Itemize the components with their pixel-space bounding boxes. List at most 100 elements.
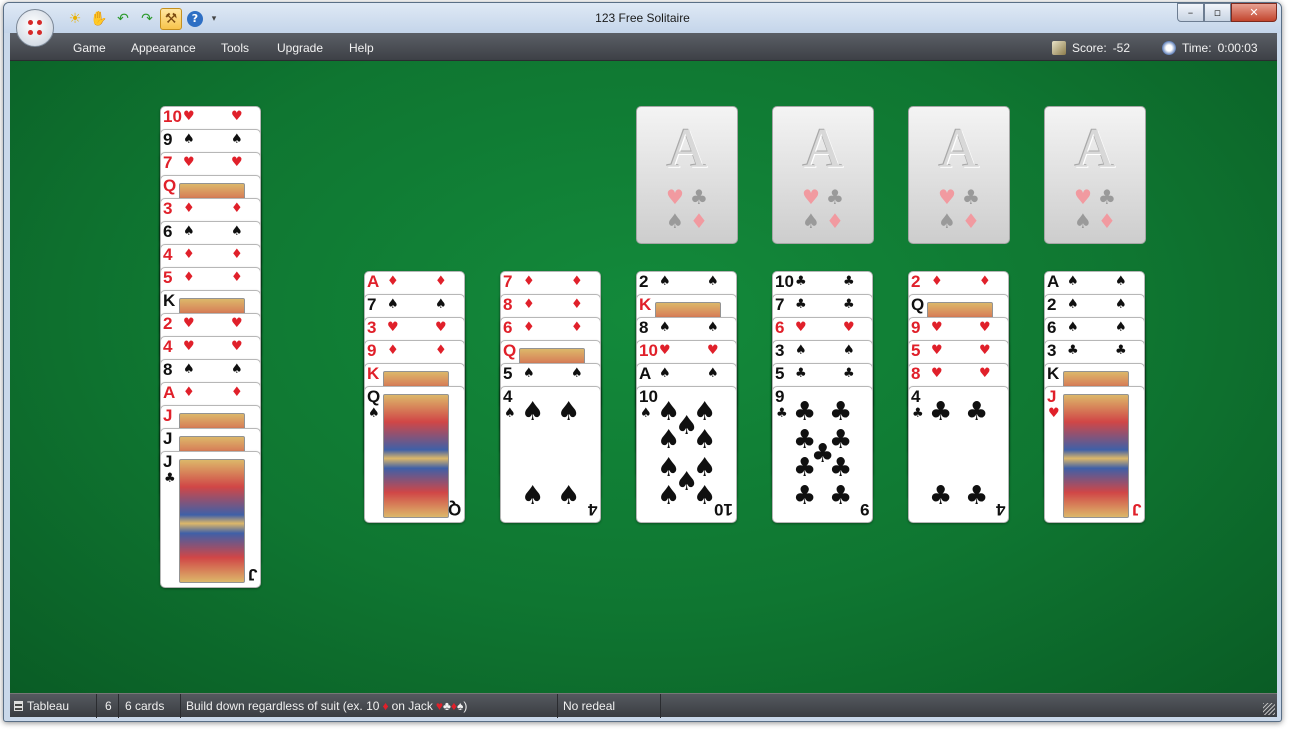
card-rank: 5 xyxy=(775,364,785,383)
playing-card[interactable]: J ♣ J xyxy=(160,451,261,588)
playing-card[interactable]: 4 ♠ ♠ ♠ ♠ ♠ 4 xyxy=(500,386,601,523)
playing-card[interactable]: Q ♠ Q xyxy=(364,386,465,523)
club-suit-icon: ♣ xyxy=(690,185,708,209)
playing-card[interactable]: 4 ♣ ♣ ♣ ♣ ♣ 4 xyxy=(908,386,1009,523)
card-rank: 3 xyxy=(163,199,173,218)
card-rank: K xyxy=(1047,364,1060,383)
club-suit-icon: ♣ xyxy=(793,453,817,483)
heart-suit-icon: ♥ xyxy=(707,343,719,358)
playing-card[interactable]: J ♥ J xyxy=(1044,386,1145,523)
spade-suit-icon: ♠ xyxy=(707,320,719,335)
spade-suit-icon: ♠ xyxy=(693,425,717,455)
foundation-pile[interactable]: A ♥ ♣ ♠ ♦ xyxy=(908,106,1010,244)
card-rank: 3 xyxy=(1047,341,1057,360)
status-count-value: 6 xyxy=(105,699,112,713)
spade-suit-icon: ♠ xyxy=(231,132,243,147)
club-suit-icon: ♣ xyxy=(795,274,807,289)
status-rule: Build down regardless of suit (ex. 10 ♦ … xyxy=(182,694,558,718)
menu-upgrade[interactable]: Upgrade xyxy=(277,41,323,55)
club-suit-icon: ♣ xyxy=(829,453,853,483)
club-suit-icon: ♣ xyxy=(912,406,924,421)
heart-suit-icon: ♥ xyxy=(231,155,243,170)
diamond-suit-icon: ♦ xyxy=(931,274,943,289)
spade-suit-icon: ♠ xyxy=(1067,297,1079,312)
heart-suit-icon: ♥ xyxy=(231,339,243,354)
card-rank: Q xyxy=(503,341,517,360)
heart-suit-icon: ♥ xyxy=(979,343,991,358)
diamond-suit-icon: ♦ xyxy=(523,297,535,312)
diamond-suit-icon: ♦ xyxy=(387,343,399,358)
heart-suit-icon: ♥ xyxy=(231,109,243,124)
menu-game[interactable]: Game xyxy=(73,41,106,55)
card-rank: 6 xyxy=(775,318,785,337)
menu-appearance[interactable]: Appearance xyxy=(131,41,196,55)
card-rank: 10 xyxy=(163,107,182,126)
spade-suit-icon: ♠ xyxy=(707,274,719,289)
clock-icon xyxy=(1162,41,1176,55)
diamond-suit-icon: ♦ xyxy=(979,274,991,289)
spade-suit-icon: ♠ xyxy=(666,209,684,233)
club-suit-icon: ♣ xyxy=(929,481,953,511)
status-cards: 6 cards xyxy=(121,694,181,718)
playing-card[interactable]: 9 ♣ ♣ ♣ ♣ ♣ ♣ ♣ ♣ ♣ ♣ 9 xyxy=(772,386,873,523)
heart-suit-icon: ♥ xyxy=(231,316,243,331)
diamond-suit-icon: ♦ xyxy=(231,201,243,216)
diamond-suit-icon: ♦ xyxy=(826,209,844,233)
heart-suit-icon: ♥ xyxy=(938,185,956,209)
card-rank: 9 xyxy=(911,318,921,337)
card-rank: K xyxy=(163,291,176,310)
card-rank: J xyxy=(163,452,173,471)
diamond-suit-icon: ♦ xyxy=(183,247,195,262)
menu-help[interactable]: Help xyxy=(349,41,374,55)
app-window: ☀ ✋ ↶ ↷ ⚒ ? ▾ 123 Free Solitaire – ▫ ✕ G… xyxy=(3,2,1282,722)
spade-suit-icon: ♠ xyxy=(1115,274,1127,289)
card-rank: J xyxy=(1131,500,1141,519)
maximize-button[interactable]: ▫ xyxy=(1204,3,1231,22)
club-suit-icon: ♣ xyxy=(795,366,807,381)
foundation-pile[interactable]: A ♥ ♣ ♠ ♦ xyxy=(772,106,874,244)
spade-suit-icon: ♠ xyxy=(795,343,807,358)
spade-suit-icon: ♠ xyxy=(557,397,581,427)
spade-suit-icon: ♠ xyxy=(1067,274,1079,289)
spade-suit-icon: ♠ xyxy=(387,297,399,312)
card-rank: J xyxy=(163,406,173,425)
app-menu-button[interactable] xyxy=(16,9,54,47)
close-button[interactable]: ✕ xyxy=(1231,3,1277,22)
playing-card[interactable]: 10 ♠ ♠ ♠ ♠ ♠ ♠ ♠ ♠ ♠ ♠ ♠ 10 xyxy=(636,386,737,523)
card-rank: K xyxy=(639,295,652,314)
spade-suit-icon: ♠ xyxy=(659,274,671,289)
minimize-button[interactable]: – xyxy=(1177,3,1204,22)
club-suit-icon: ♣ xyxy=(965,397,989,427)
card-rank: Q xyxy=(163,176,177,195)
card-rank: 5 xyxy=(911,341,921,360)
foundation-pile[interactable]: A ♥ ♣ ♠ ♦ xyxy=(636,106,738,244)
card-rank: K xyxy=(367,364,380,383)
spade-suit-icon: ♠ xyxy=(557,481,581,511)
foundation-placeholder-letter: A xyxy=(1074,118,1116,180)
score-label: Score: xyxy=(1072,41,1107,55)
card-rank: A xyxy=(639,364,652,383)
diamond-suit-icon: ♦ xyxy=(571,320,583,335)
card-rank: Q xyxy=(447,500,461,519)
foundation-pile[interactable]: A ♥ ♣ ♠ ♦ xyxy=(1044,106,1146,244)
spade-suit-icon: ♠ xyxy=(1067,320,1079,335)
spade-suit-icon: ♠ xyxy=(657,425,681,455)
diamond-suit-icon: ♦ xyxy=(183,201,195,216)
spade-suit-icon: ♠ xyxy=(183,362,195,377)
card-rank: 6 xyxy=(503,318,513,337)
foundation-placeholder-letter: A xyxy=(802,118,844,180)
heart-suit-icon: ♥ xyxy=(843,320,855,335)
diamond-suit-icon: ♦ xyxy=(231,247,243,262)
menu-tools[interactable]: Tools xyxy=(221,41,249,55)
card-rank: 2 xyxy=(639,272,649,291)
card-rank: 3 xyxy=(367,318,377,337)
resize-grip-icon[interactable] xyxy=(1263,703,1275,715)
spade-suit-icon: ♠ xyxy=(521,481,545,511)
window-controls: – ▫ ✕ xyxy=(1177,3,1277,22)
heart-suit-icon: ♥ xyxy=(183,155,195,170)
card-rank: 7 xyxy=(367,295,377,314)
card-rank: 4 xyxy=(163,337,173,356)
card-rank: 7 xyxy=(163,153,173,172)
window-title: 123 Free Solitaire xyxy=(595,11,690,25)
spade-suit-icon: ♠ xyxy=(231,224,243,239)
